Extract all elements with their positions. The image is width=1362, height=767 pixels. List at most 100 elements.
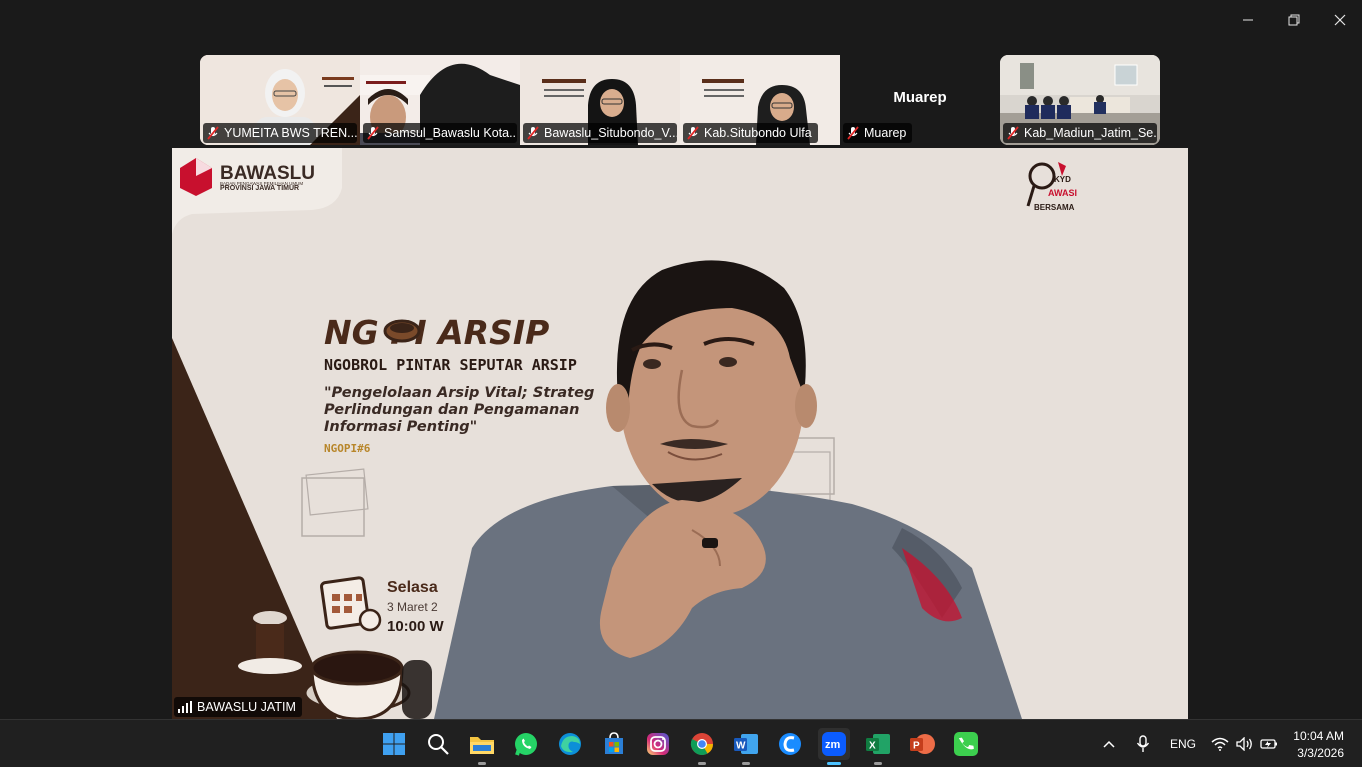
close-button[interactable]	[1317, 0, 1362, 40]
event-quote-line-2: Perlindungan dan Pengamanan	[324, 402, 579, 418]
taskbar-instagram[interactable]	[642, 728, 674, 760]
participant-name-tag: Kab.Situbondo Ulfa	[683, 123, 818, 143]
start-button[interactable]	[378, 728, 410, 760]
mic-muted-icon	[367, 126, 379, 140]
active-speaker-name: BAWASLU JATIM	[197, 700, 296, 714]
event-date: 3 Maret 2	[387, 600, 438, 614]
participant-name-tag: YUMEITA BWS TREN...	[203, 123, 357, 143]
input-language: ENG	[1170, 737, 1197, 751]
clock-date: 3/3/2026	[1297, 746, 1344, 760]
chrome-icon	[690, 733, 713, 755]
taskbar-word[interactable]: W	[730, 728, 762, 765]
participant-name: Muarep	[864, 126, 907, 140]
event-quote-line-3: Informasi Penting"	[324, 419, 477, 435]
taskbar-file-explorer[interactable]	[466, 728, 498, 765]
windows-logo-icon	[383, 733, 405, 755]
copilot-icon	[779, 733, 801, 755]
taskbar-excel[interactable]: X	[862, 728, 894, 765]
taskbar-powerpoint[interactable]: P	[906, 728, 938, 760]
participant-name: Kab.Situbondo Ulfa	[704, 126, 812, 140]
speaker-video-frame: BAWASLU BADAN PENGAWAS PEMILIHAN UMUM PR…	[172, 148, 1188, 719]
event-subtitle: NGOBROL PINTAR SEPUTAR ARSIP	[324, 356, 577, 374]
mic-muted-icon	[1007, 126, 1019, 140]
taskbar-edge[interactable]	[554, 728, 586, 760]
chevron-up-icon	[1103, 740, 1115, 748]
participant-name: Samsul_Bawaslu Kota...	[384, 126, 517, 140]
participant-name: YUMEITA BWS TREN...	[224, 126, 357, 140]
show-hidden-icons-button[interactable]	[1102, 720, 1116, 767]
mic-muted-icon	[207, 126, 219, 140]
svg-text:AWASI: AWASI	[1048, 188, 1077, 198]
active-speaker-video[interactable]: BAWASLU BADAN PENGAWAS PEMILIHAN UMUM PR…	[172, 148, 1188, 719]
participant-name-tag: Bawaslu_Situbondo_V...	[523, 123, 677, 143]
event-time: 10:00 W	[387, 618, 445, 635]
close-icon	[1334, 14, 1346, 26]
svg-text:KYD: KYD	[1054, 175, 1071, 184]
windows-taskbar: W zm X P ENG 10:04 AM 3/3/2026	[0, 719, 1362, 767]
restore-button[interactable]	[1271, 0, 1317, 40]
logo-province: PROVINSI JAWA TIMUR	[220, 185, 299, 192]
folder-icon	[470, 737, 494, 754]
participant-tile[interactable]: YUMEITA BWS TREN...	[200, 55, 360, 145]
svg-text:BERSAMA: BERSAMA	[1034, 203, 1075, 212]
zoom-meeting-window: YUMEITA BWS TREN... Samsul_Bawaslu Kota.…	[0, 0, 1362, 767]
microphone-tray-button[interactable]	[1136, 720, 1150, 767]
participant-tile[interactable]: Kab.Situbondo Ulfa	[680, 55, 840, 145]
speaker-volume-icon	[1236, 737, 1252, 751]
instagram-icon	[647, 733, 669, 755]
clock-button[interactable]: 10:04 AM 3/3/2026	[1293, 728, 1344, 762]
participant-center-name: Muarep	[893, 89, 947, 106]
event-quote-line-1: "Pengelolaan Arsip Vital; Strateg	[324, 385, 594, 401]
mic-muted-icon	[687, 126, 699, 140]
event-edition: NGOPI#6	[324, 442, 371, 455]
participant-name-tag: Muarep	[843, 123, 913, 143]
excel-icon: X	[866, 734, 890, 754]
edge-icon	[559, 733, 581, 755]
event-title: NG PI ARSIP	[324, 313, 549, 352]
taskbar-whatsapp[interactable]	[510, 728, 542, 760]
network-button[interactable]	[1211, 720, 1229, 767]
running-indicator	[478, 762, 486, 765]
mic-muted-icon	[527, 126, 539, 140]
phone-icon	[954, 732, 978, 756]
active-speaker-label: BAWASLU JATIM	[174, 697, 302, 717]
participant-name-tag: Kab_Madiun_Jatim_Se...	[1003, 123, 1157, 143]
minimize-button[interactable]	[1225, 0, 1271, 40]
powerpoint-icon: P	[910, 734, 935, 754]
participant-tile[interactable]: Bawaslu_Situbondo_V...	[520, 55, 680, 145]
taskbar-store[interactable]	[598, 728, 630, 760]
participant-tile[interactable]: Kab_Madiun_Jatim_Se...	[1000, 55, 1160, 145]
mic-muted-icon	[847, 126, 859, 140]
taskbar-chrome[interactable]	[686, 728, 718, 765]
word-icon: W	[734, 734, 758, 754]
active-indicator	[827, 762, 841, 765]
input-language-button[interactable]: ENG	[1170, 720, 1196, 767]
running-indicator	[698, 762, 706, 765]
participant-name: Bawaslu_Situbondo_V...	[544, 126, 677, 140]
event-day: Selasa	[387, 579, 438, 596]
clock-time: 10:04 AM	[1293, 729, 1344, 743]
coffee-cup-icon	[383, 319, 421, 343]
participant-tile[interactable]: Samsul_Bawaslu Kota...	[360, 55, 520, 145]
zoom-icon: zm	[822, 732, 846, 756]
store-icon	[605, 732, 623, 754]
signal-strength-icon	[178, 701, 192, 713]
battery-charging-icon	[1260, 739, 1277, 749]
minimize-icon	[1243, 19, 1253, 21]
whatsapp-icon	[515, 733, 537, 756]
svg-text:zm: zm	[825, 739, 841, 751]
volume-button[interactable]	[1236, 720, 1254, 767]
microphone-icon	[1136, 735, 1150, 752]
taskbar-copilot[interactable]	[774, 728, 806, 760]
taskbar-phone-app[interactable]	[950, 728, 982, 760]
running-indicator	[874, 762, 882, 765]
search-button[interactable]	[422, 728, 454, 760]
participant-name-tag: Samsul_Bawaslu Kota...	[363, 123, 517, 143]
battery-button[interactable]	[1260, 720, 1278, 767]
restore-icon	[1288, 14, 1300, 26]
svg-text:W: W	[736, 741, 746, 752]
running-indicator	[742, 762, 750, 765]
taskbar-zoom[interactable]: zm	[818, 728, 850, 765]
participant-tile-video-off[interactable]: Muarep Muarep	[840, 55, 1000, 145]
participant-name: Kab_Madiun_Jatim_Se...	[1024, 126, 1157, 140]
